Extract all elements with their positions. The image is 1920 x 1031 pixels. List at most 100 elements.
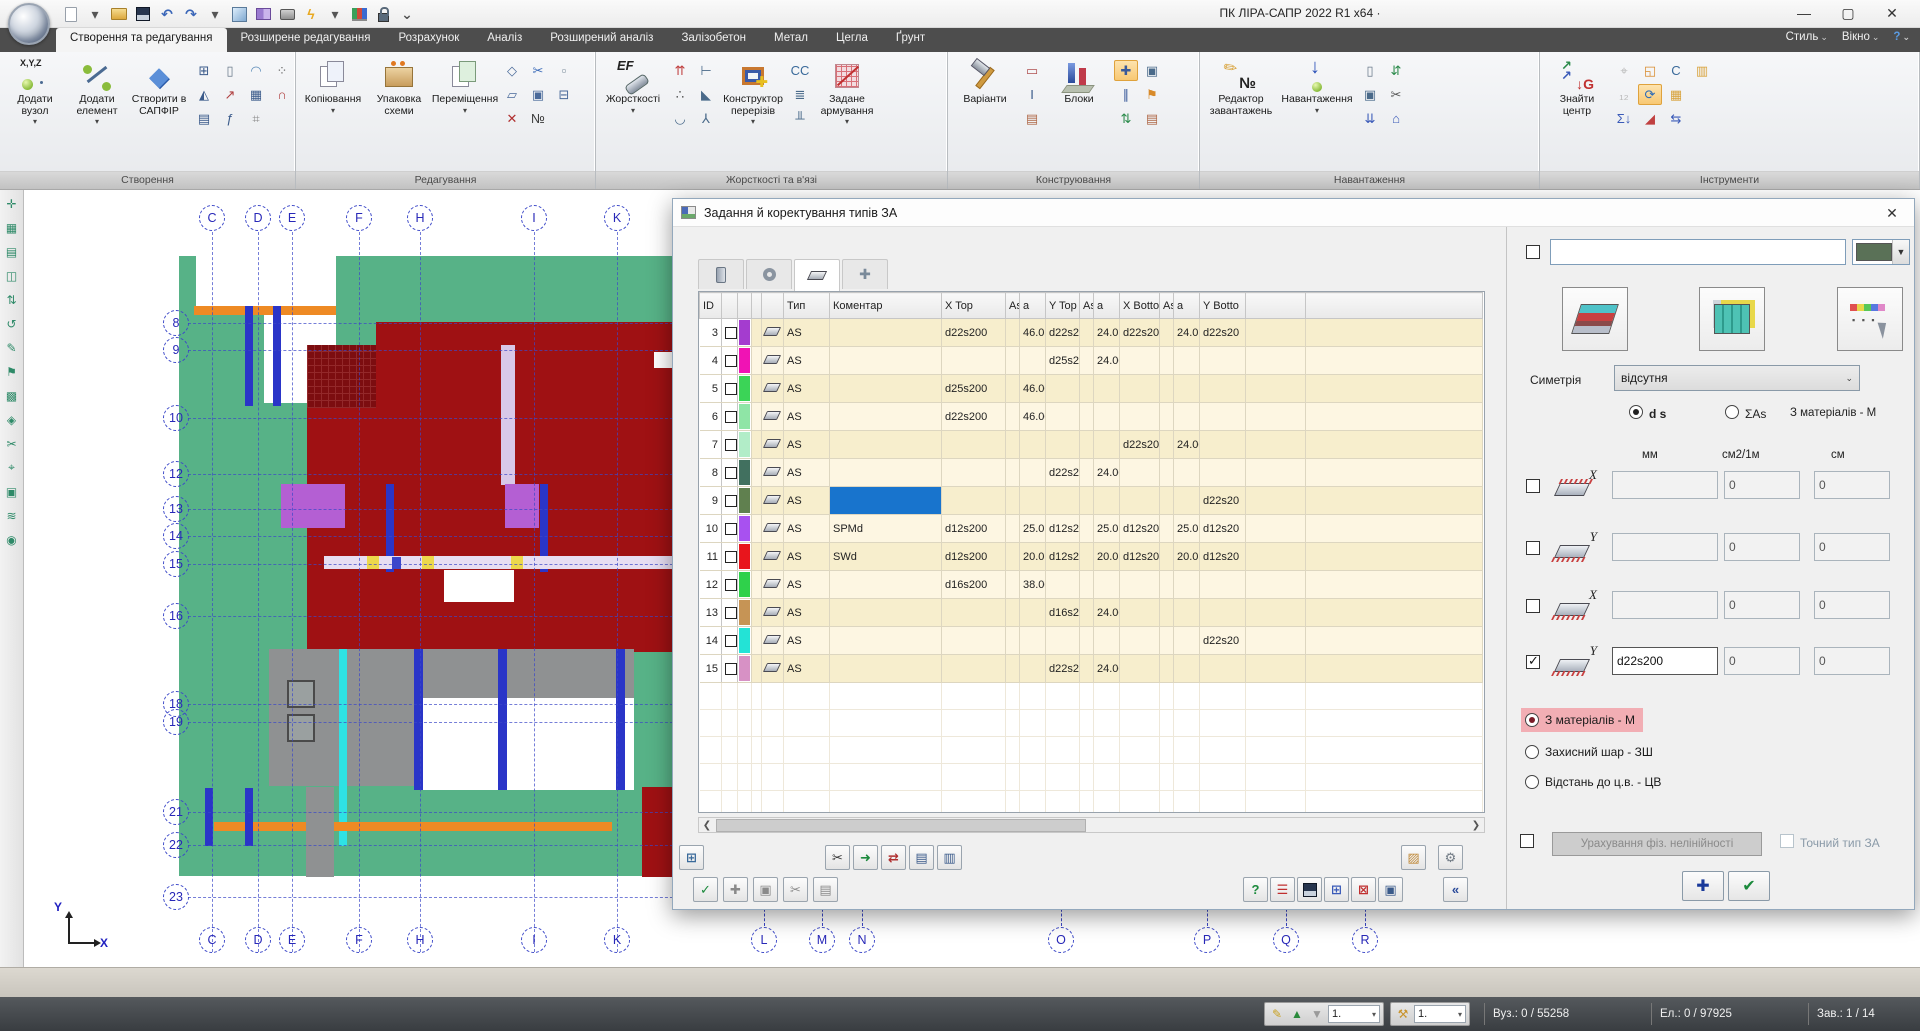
record-tool-icon[interactable]: ◉ [2, 530, 21, 549]
cell-comment[interactable] [830, 655, 942, 683]
spatial-model-icon[interactable] [230, 4, 248, 24]
cell-as2[interactable] [1080, 431, 1094, 459]
distance-value-input[interactable] [1814, 471, 1890, 499]
delete-types-icon[interactable]: ☰ [1270, 877, 1295, 902]
column-header[interactable] [722, 293, 738, 319]
apply-list-icon[interactable]: ✓ [693, 877, 718, 902]
cell-comment[interactable] [830, 431, 942, 459]
mesh-icon[interactable]: ▦ [244, 84, 268, 105]
column-header[interactable]: As [1160, 293, 1174, 319]
cell-y_top[interactable]: d22s20 [1046, 459, 1080, 487]
numbering-disabled-icon[interactable]: ₁₂ [1612, 84, 1636, 105]
create-in-sapfir-button[interactable]: ◆Створити в САПФІР [130, 56, 188, 117]
block-flag-icon[interactable]: ⚑ [1140, 84, 1164, 105]
cell-as3[interactable] [1160, 403, 1174, 431]
cell-type[interactable]: AS [784, 375, 830, 403]
cell-y_top[interactable]: d16s20 [1046, 599, 1080, 627]
cell-as2[interactable] [1080, 627, 1094, 655]
cell-x_top[interactable] [942, 655, 1006, 683]
cc-values-icon[interactable]: CC [788, 60, 812, 81]
cell-a2[interactable]: 24.00 [1094, 459, 1120, 487]
beam-design-icon[interactable]: ▭ [1020, 60, 1044, 81]
cell-a1[interactable] [1020, 599, 1046, 627]
cell-type[interactable]: AS [784, 515, 830, 543]
dialog-close-button[interactable]: ✕ [1880, 203, 1904, 223]
column-header[interactable]: a [1020, 293, 1046, 319]
views-tool-icon[interactable]: ◫ [2, 266, 21, 285]
cell-y_bot[interactable]: d22s20 [1200, 627, 1246, 655]
cell-x_top[interactable] [942, 599, 1006, 627]
delete-type-icon[interactable]: ⊠ [1351, 877, 1376, 902]
table-h-scrollbar[interactable]: ❮ ❯ [698, 817, 1485, 833]
cell-as3[interactable] [1160, 319, 1174, 347]
new-document-icon[interactable] [62, 4, 80, 24]
x-top-reinforcement-row-checkbox[interactable] [1526, 479, 1540, 493]
minimize-button[interactable]: — [1782, 0, 1826, 26]
cell-a1[interactable]: 38.00 [1020, 571, 1046, 599]
ribbon-tab-4[interactable]: Аналіз [473, 28, 536, 52]
cell-x_top[interactable]: d12s200 [942, 515, 1006, 543]
ribbon-tab-7[interactable]: Метал [760, 28, 822, 52]
cylinder-shell-icon[interactable]: ▯ [218, 60, 242, 81]
cell-a3[interactable] [1174, 375, 1200, 403]
row-checkbox[interactable] [725, 523, 737, 535]
cell-a3[interactable]: 20.0 [1174, 543, 1200, 571]
mosaic-icon[interactable]: ▦ [1664, 84, 1688, 105]
cell-a1[interactable]: 46.00 [1020, 403, 1046, 431]
window-menu[interactable]: Вікно⌄ [1842, 31, 1880, 43]
grid-tool-icon[interactable]: ▦ [2, 218, 21, 237]
cell-x_bot[interactable] [1120, 655, 1160, 683]
cell-type[interactable]: AS [784, 487, 830, 515]
row-id[interactable]: 7 [700, 431, 722, 459]
cell-y_bot[interactable] [1200, 459, 1246, 487]
cell-as2[interactable] [1080, 655, 1094, 683]
plate-corner-icon[interactable]: ◣ [694, 84, 718, 105]
reinforcement-pattern-input[interactable] [1612, 647, 1718, 675]
cell-y_top[interactable]: d22s20 [1046, 655, 1080, 683]
cell-as1[interactable] [1006, 571, 1020, 599]
row-checkbox[interactable] [725, 607, 737, 619]
row-id[interactable]: 12 [700, 571, 722, 599]
redo-icon[interactable]: ↷ [182, 4, 200, 24]
assign-type-icon[interactable]: ➜ [853, 845, 878, 870]
selected-cell[interactable] [830, 487, 942, 515]
cell-type[interactable]: AS [784, 627, 830, 655]
cell-a3[interactable]: 24.00 [1174, 431, 1200, 459]
renumber-icon[interactable]: № [526, 108, 550, 129]
column-header[interactable] [752, 293, 762, 319]
cell-as1[interactable] [1006, 375, 1020, 403]
scissors-icon[interactable]: ✂ [526, 60, 550, 81]
cell-y_bot[interactable]: d22s20 [1200, 487, 1246, 515]
ribbon-tab-5[interactable]: Розширений аналіз [536, 28, 667, 52]
cell-y_bot[interactable] [1200, 375, 1246, 403]
add-block-icon[interactable]: ✚ [1114, 60, 1138, 81]
cell-a1[interactable] [1020, 627, 1046, 655]
cell-as2[interactable] [1080, 375, 1094, 403]
cell-as1[interactable] [1006, 599, 1020, 627]
cell-y_top[interactable] [1046, 487, 1080, 515]
type-color-dropdown[interactable]: ▼ [1852, 239, 1910, 265]
layered-plate-button[interactable] [1562, 287, 1628, 351]
cell-a1[interactable]: 25.0 [1020, 515, 1046, 543]
pile-icon[interactable]: ╨ [788, 108, 812, 129]
cell-as3[interactable] [1160, 515, 1174, 543]
column-header[interactable]: As [1006, 293, 1020, 319]
swap-results-icon[interactable]: ⇆ [1664, 108, 1688, 129]
cell-x_top[interactable] [942, 347, 1006, 375]
reinforcement-pattern-input[interactable] [1612, 591, 1718, 619]
cell-y_top[interactable] [1046, 375, 1080, 403]
cell-x_top[interactable] [942, 487, 1006, 515]
cell-as2[interactable] [1080, 487, 1094, 515]
column-header[interactable]: Y Botto [1200, 293, 1246, 319]
as-value-input[interactable] [1724, 647, 1800, 675]
cell-x_top[interactable]: d12s200 [942, 543, 1006, 571]
cell-comment[interactable] [830, 459, 942, 487]
cell-type[interactable]: AS [784, 655, 830, 683]
dialog-title-bar[interactable]: Задання й коректування типів ЗА ✕ [673, 199, 1914, 227]
scroll-left-icon[interactable]: ❮ [699, 818, 715, 832]
section-constructor-button[interactable]: Конструктор перерізів▾ [722, 56, 784, 126]
cell-y_bot[interactable]: d12s20 [1200, 515, 1246, 543]
add-type-button[interactable]: ✚ [1682, 871, 1724, 901]
cell-as2[interactable] [1080, 515, 1094, 543]
row-checkbox[interactable] [725, 439, 737, 451]
